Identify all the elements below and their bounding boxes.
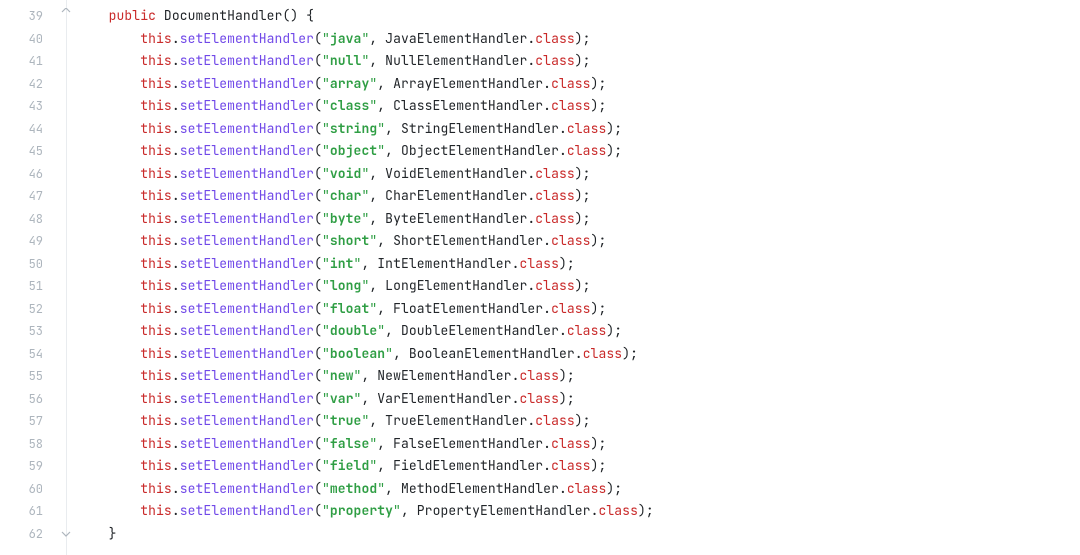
code-line[interactable]: this.setElementHandler("property", Prope… (77, 500, 654, 523)
code-line[interactable]: this.setElementHandler("null", NullEleme… (77, 50, 654, 73)
code-line[interactable]: this.setElementHandler("byte", ByteEleme… (77, 208, 654, 231)
code-line[interactable]: this.setElementHandler("double", DoubleE… (77, 320, 654, 343)
code-line[interactable]: this.setElementHandler("var", VarElement… (77, 388, 654, 411)
line-number: 58 (0, 433, 55, 456)
line-number: 53 (0, 320, 55, 343)
line-number: 61 (0, 500, 55, 523)
code-line[interactable]: } (77, 523, 654, 546)
line-number: 42 (0, 73, 55, 96)
line-number: 48 (0, 208, 55, 231)
line-number: 50 (0, 253, 55, 276)
line-number: 54 (0, 343, 55, 366)
code-line[interactable]: this.setElementHandler("true", TrueEleme… (77, 410, 654, 433)
line-number: 39 (0, 5, 55, 28)
code-editor[interactable]: 3940414243444546474849505152535455565758… (0, 0, 1080, 555)
code-line[interactable]: this.setElementHandler("char", CharEleme… (77, 185, 654, 208)
code-line[interactable]: this.setElementHandler("boolean", Boolea… (77, 343, 654, 366)
line-number: 56 (0, 388, 55, 411)
code-line[interactable]: this.setElementHandler("new", NewElement… (77, 365, 654, 388)
code-line[interactable]: this.setElementHandler("array", ArrayEle… (77, 73, 654, 96)
line-number: 51 (0, 275, 55, 298)
line-number: 60 (0, 478, 55, 501)
line-number: 44 (0, 118, 55, 141)
line-number: 45 (0, 140, 55, 163)
fold-close-icon[interactable] (60, 527, 72, 539)
line-number: 52 (0, 298, 55, 321)
code-line[interactable]: this.setElementHandler("float", FloatEle… (77, 298, 654, 321)
code-line[interactable]: this.setElementHandler("string", StringE… (77, 118, 654, 141)
line-number-gutter: 3940414243444546474849505152535455565758… (0, 0, 55, 555)
code-line[interactable]: public DocumentHandler() { (77, 5, 654, 28)
line-number: 40 (0, 28, 55, 51)
code-line[interactable]: this.setElementHandler("int", IntElement… (77, 253, 654, 276)
fold-guide (66, 0, 67, 555)
line-number: 49 (0, 230, 55, 253)
line-number: 62 (0, 523, 55, 546)
fold-column[interactable] (55, 0, 77, 555)
line-number: 41 (0, 50, 55, 73)
code-line[interactable]: this.setElementHandler("method", MethodE… (77, 478, 654, 501)
code-line[interactable]: this.setElementHandler("field", FieldEle… (77, 455, 654, 478)
code-line[interactable]: this.setElementHandler("java", JavaEleme… (77, 28, 654, 51)
fold-open-icon[interactable] (60, 7, 72, 19)
line-number: 55 (0, 365, 55, 388)
code-line[interactable]: this.setElementHandler("false", FalseEle… (77, 433, 654, 456)
line-number: 59 (0, 455, 55, 478)
line-number: 57 (0, 410, 55, 433)
line-number: 46 (0, 163, 55, 186)
code-line[interactable]: this.setElementHandler("short", ShortEle… (77, 230, 654, 253)
line-number: 43 (0, 95, 55, 118)
code-line[interactable]: this.setElementHandler("class", ClassEle… (77, 95, 654, 118)
code-line[interactable]: this.setElementHandler("void", VoidEleme… (77, 163, 654, 186)
code-area[interactable]: public DocumentHandler() { this.setEleme… (77, 0, 654, 555)
code-line[interactable]: this.setElementHandler("long", LongEleme… (77, 275, 654, 298)
code-line[interactable]: this.setElementHandler("object", ObjectE… (77, 140, 654, 163)
line-number: 47 (0, 185, 55, 208)
